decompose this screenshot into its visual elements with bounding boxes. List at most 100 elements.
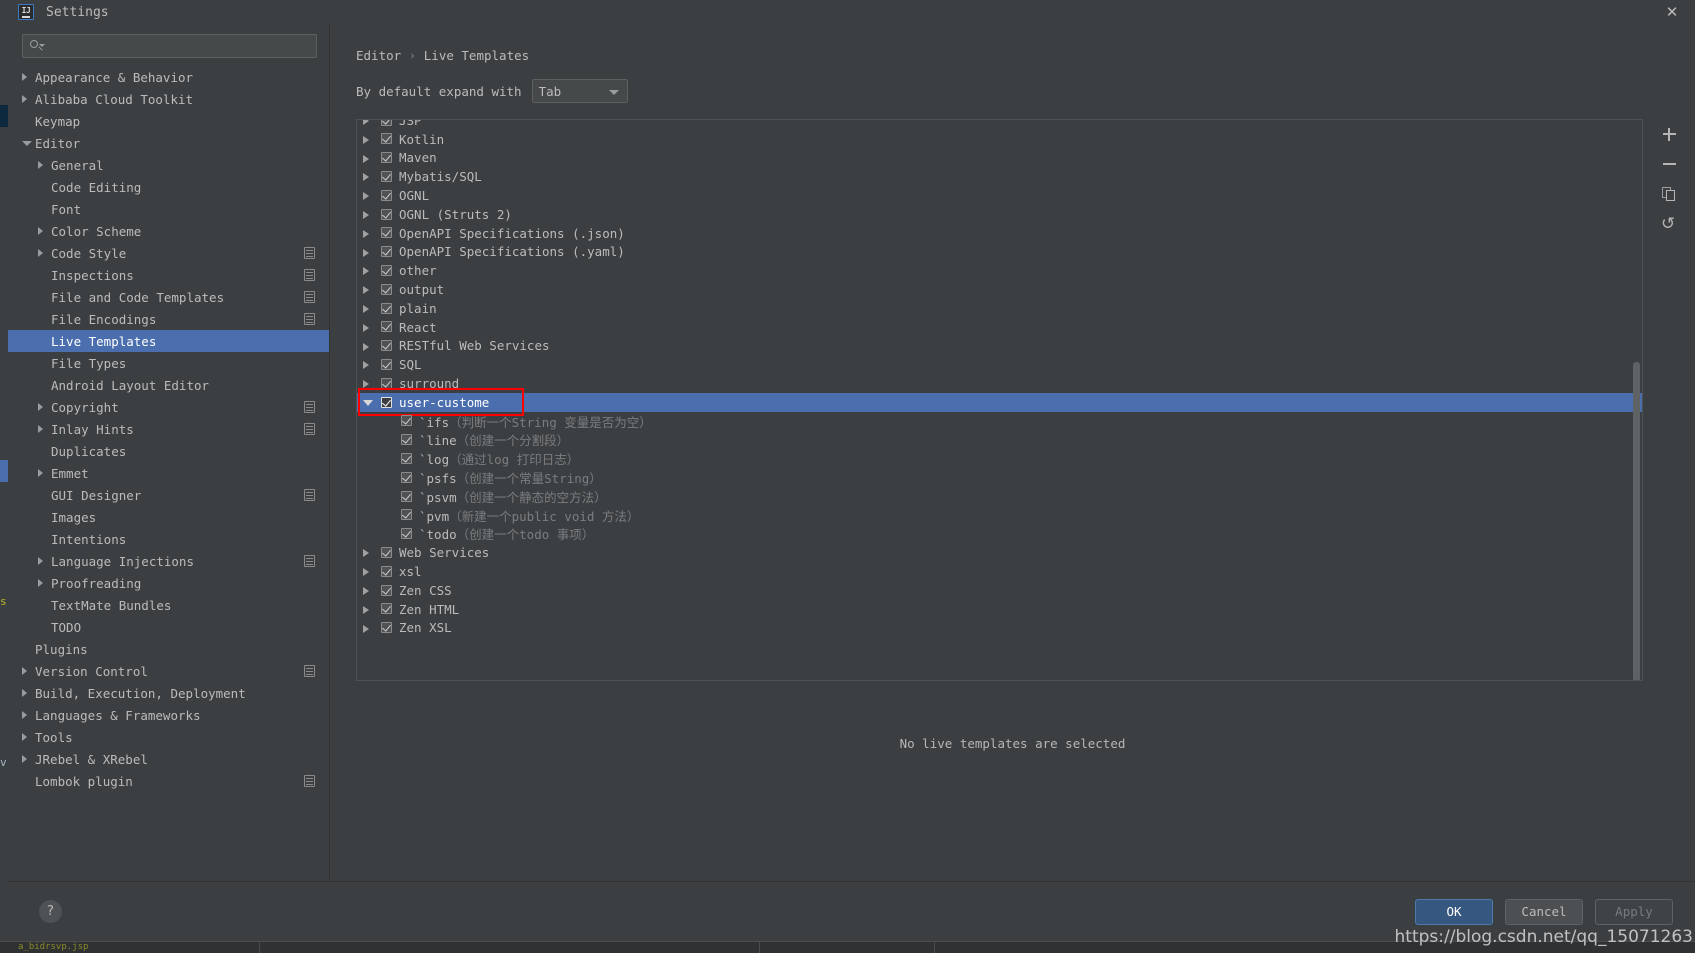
sidebar-item-android-layout-editor[interactable]: Android Layout Editor: [8, 374, 329, 396]
template-checkbox[interactable]: [381, 546, 392, 558]
sidebar-item-code-style[interactable]: Code Style: [8, 242, 329, 264]
chevron-right-icon[interactable]: [363, 267, 369, 276]
chevron-right-icon[interactable]: [363, 173, 369, 182]
template-checkbox[interactable]: [381, 120, 392, 126]
sidebar-item-images[interactable]: Images: [8, 506, 329, 528]
template-row[interactable]: user-custome: [357, 393, 1642, 412]
template-row[interactable]: React: [357, 318, 1642, 337]
chevron-right-icon[interactable]: [38, 579, 43, 587]
copy-template-button[interactable]: [1652, 179, 1686, 209]
template-checkbox[interactable]: [401, 509, 412, 521]
sidebar-item-inspections[interactable]: Inspections: [8, 264, 329, 286]
chevron-right-icon[interactable]: [22, 95, 27, 103]
chevron-right-icon[interactable]: [38, 557, 43, 565]
sidebar-item-code-editing[interactable]: Code Editing: [8, 176, 329, 198]
template-row[interactable]: SQL: [357, 355, 1642, 374]
close-icon[interactable]: ✕: [1663, 3, 1681, 21]
template-row[interactable]: surround: [357, 374, 1642, 393]
chevron-right-icon[interactable]: [38, 469, 43, 477]
revert-template-button[interactable]: ↺: [1652, 209, 1686, 239]
chevron-right-icon[interactable]: [22, 73, 27, 81]
chevron-right-icon[interactable]: [363, 624, 369, 633]
template-row[interactable]: Zen CSS: [357, 581, 1642, 600]
add-template-button[interactable]: [1652, 119, 1686, 149]
template-row[interactable]: OGNL: [357, 186, 1642, 205]
template-row[interactable]: Zen HTML: [357, 600, 1642, 619]
scope-config-icon[interactable]: [304, 291, 315, 303]
scope-config-icon[interactable]: [304, 489, 315, 501]
sidebar-item-language-injections[interactable]: Language Injections: [8, 550, 329, 572]
template-checkbox[interactable]: [381, 622, 392, 634]
chevron-right-icon[interactable]: [38, 403, 43, 411]
ok-button[interactable]: OK: [1415, 898, 1493, 925]
template-checkbox[interactable]: [401, 471, 412, 483]
cancel-button[interactable]: Cancel: [1505, 898, 1583, 925]
chevron-right-icon[interactable]: [363, 120, 369, 125]
sidebar-item-jrebel-xrebel[interactable]: JRebel & XRebel: [8, 748, 329, 770]
templates-scrollbar-thumb[interactable]: [1633, 362, 1640, 680]
template-checkbox[interactable]: [401, 415, 412, 427]
chevron-right-icon[interactable]: [22, 755, 27, 763]
template-checkbox[interactable]: [381, 152, 392, 164]
template-checkbox[interactable]: [381, 133, 392, 145]
template-row[interactable]: OGNL (Struts 2): [357, 205, 1642, 224]
chevron-right-icon[interactable]: [38, 227, 43, 235]
template-row[interactable]: JSP: [357, 120, 1642, 130]
chevron-right-icon[interactable]: [363, 211, 369, 219]
template-row[interactable]: other: [357, 261, 1642, 280]
template-row[interactable]: Kotlin: [357, 130, 1642, 149]
sidebar-item-alibaba-cloud-toolkit[interactable]: Alibaba Cloud Toolkit: [8, 88, 329, 110]
chevron-right-icon[interactable]: [363, 380, 369, 389]
sidebar-item-gui-designer[interactable]: GUI Designer: [8, 484, 329, 506]
settings-category-tree[interactable]: Appearance & Behavior Alibaba Cloud Toolk…: [8, 64, 329, 881]
sidebar-item-lombok-plugin[interactable]: Lombok plugin: [8, 770, 329, 792]
template-row[interactable]: Web Services: [357, 543, 1642, 562]
sidebar-item-intentions[interactable]: Intentions: [8, 528, 329, 550]
template-checkbox[interactable]: [381, 208, 392, 220]
template-checkbox[interactable]: [381, 189, 392, 201]
template-row[interactable]: `psfs（创建一个常量String）: [357, 468, 1642, 487]
chevron-right-icon[interactable]: [363, 361, 369, 370]
template-checkbox[interactable]: [381, 603, 392, 615]
sidebar-item-build-execution-deployment[interactable]: Build, Execution, Deployment: [8, 682, 329, 704]
template-checkbox[interactable]: [381, 227, 392, 239]
chevron-right-icon[interactable]: [363, 135, 369, 144]
sidebar-item-inlay-hints[interactable]: Inlay Hints: [8, 418, 329, 440]
chevron-right-icon[interactable]: [38, 161, 43, 169]
template-checkbox[interactable]: [381, 377, 392, 389]
template-checkbox[interactable]: [381, 302, 392, 314]
template-row[interactable]: OpenAPI Specifications (.yaml): [357, 243, 1642, 262]
scope-config-icon[interactable]: [304, 269, 315, 281]
chevron-right-icon[interactable]: [363, 549, 369, 558]
search-input[interactable]: [43, 39, 310, 53]
template-row[interactable]: OpenAPI Specifications (.json): [357, 224, 1642, 243]
sidebar-item-keymap[interactable]: Keymap: [8, 110, 329, 132]
chevron-right-icon[interactable]: [22, 733, 27, 741]
chevron-right-icon[interactable]: [363, 248, 369, 257]
scope-config-icon[interactable]: [304, 555, 315, 567]
template-checkbox[interactable]: [401, 490, 412, 502]
scope-config-icon[interactable]: [304, 313, 315, 325]
scope-config-icon[interactable]: [304, 401, 315, 413]
template-checkbox[interactable]: [401, 452, 412, 464]
breadcrumb-parent[interactable]: Editor: [356, 48, 401, 63]
template-checkbox[interactable]: [381, 246, 392, 258]
templates-scrollbar[interactable]: [1633, 122, 1640, 680]
template-checkbox[interactable]: [381, 321, 392, 333]
sidebar-item-emmet[interactable]: Emmet: [8, 462, 329, 484]
chevron-right-icon[interactable]: [363, 154, 369, 163]
chevron-right-icon[interactable]: [363, 605, 369, 614]
template-checkbox[interactable]: [381, 283, 392, 295]
template-row[interactable]: xsl: [357, 562, 1642, 581]
chevron-right-icon[interactable]: [363, 323, 369, 332]
chevron-right-icon[interactable]: [363, 587, 369, 595]
scope-config-icon[interactable]: [304, 247, 315, 259]
template-row[interactable]: Mybatis/SQL: [357, 167, 1642, 186]
sidebar-item-languages-frameworks[interactable]: Languages & Frameworks: [8, 704, 329, 726]
chevron-right-icon[interactable]: [38, 425, 43, 433]
sidebar-item-file-types[interactable]: File Types: [8, 352, 329, 374]
templates-list[interactable]: JSP Kotlin Maven Mybatis/SQL OGNL OGNL (Strut…: [357, 120, 1642, 680]
chevron-right-icon[interactable]: [38, 249, 43, 257]
chevron-right-icon[interactable]: [363, 342, 369, 351]
template-checkbox[interactable]: [401, 528, 412, 540]
